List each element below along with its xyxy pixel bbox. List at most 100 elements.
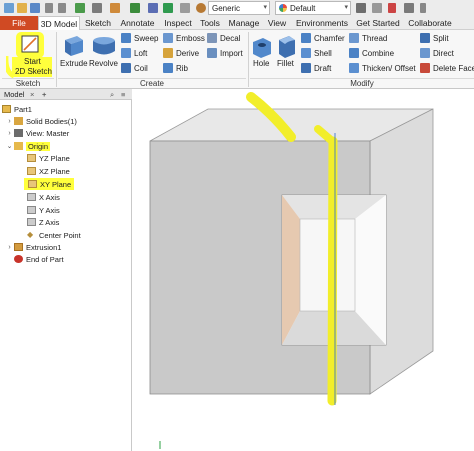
fillet-icon bbox=[279, 36, 295, 58]
folder-icon bbox=[14, 117, 23, 125]
tree-item-center-point[interactable]: ◆ Center Point bbox=[26, 229, 81, 241]
decal-button[interactable]: Decal bbox=[207, 32, 240, 44]
plane-icon bbox=[27, 154, 36, 162]
tree-item-x-axis[interactable]: X Axis bbox=[26, 191, 60, 203]
tree-item-origin[interactable]: ⌄ Origin bbox=[6, 140, 51, 152]
move-icon[interactable] bbox=[404, 3, 414, 13]
select-icon[interactable] bbox=[110, 3, 120, 13]
tab-sketch[interactable]: Sketch bbox=[82, 16, 114, 30]
delete-face-button[interactable]: Delete Face bbox=[420, 62, 474, 74]
tree-item-xy-plane[interactable]: XY Plane bbox=[24, 178, 75, 190]
sweep-label: Sweep bbox=[134, 33, 159, 43]
clear-appearance-icon[interactable] bbox=[356, 3, 366, 13]
split-button[interactable]: Split bbox=[420, 32, 449, 44]
tree-item-label: Z Axis bbox=[39, 217, 60, 227]
chevron-down-icon[interactable]: ⌄ bbox=[6, 142, 13, 150]
tab-tools[interactable]: Tools bbox=[197, 16, 223, 30]
loft-icon bbox=[121, 48, 131, 58]
sketch-panel-title[interactable]: Sketch bbox=[2, 79, 54, 89]
modify-panel-title[interactable]: Modify bbox=[250, 79, 474, 89]
undo-icon[interactable] bbox=[45, 3, 53, 13]
search-icon[interactable]: ⌕ bbox=[110, 89, 114, 100]
fx-icon[interactable] bbox=[388, 3, 396, 13]
tree-item-extrusion[interactable]: › Extrusion1 bbox=[6, 241, 61, 253]
shell-button[interactable]: Shell bbox=[301, 47, 332, 59]
draft-button[interactable]: Draft bbox=[301, 62, 331, 74]
sweep-button[interactable]: Sweep bbox=[121, 32, 158, 44]
revolve-button[interactable]: Revolve bbox=[89, 32, 119, 76]
new-icon[interactable] bbox=[4, 3, 14, 13]
thicken-offset-button[interactable]: Thicken/ Offset bbox=[349, 62, 416, 74]
plus-icon[interactable] bbox=[163, 3, 173, 13]
tree-item-view[interactable]: › View: Master bbox=[6, 127, 69, 139]
tab-3d-model[interactable]: 3D Model bbox=[38, 16, 80, 31]
extrusion-icon bbox=[14, 243, 23, 251]
tree-item-end-of-part[interactable]: End of Part bbox=[13, 253, 64, 265]
emboss-button[interactable]: Emboss bbox=[163, 32, 205, 44]
combine-icon bbox=[349, 48, 359, 58]
tree-item-label: XZ Plane bbox=[39, 166, 70, 176]
chevron-right-icon[interactable]: › bbox=[6, 244, 13, 251]
tree-item-solid-bodies[interactable]: › Solid Bodies(1) bbox=[6, 115, 77, 127]
customize-icon[interactable] bbox=[420, 3, 426, 13]
tab-annotate[interactable]: Annotate bbox=[116, 16, 159, 30]
extrude-button[interactable]: Extrude bbox=[59, 32, 88, 76]
tree-item-label: End of Part bbox=[26, 254, 64, 264]
tree-item-part[interactable]: Part1 bbox=[1, 103, 32, 115]
tab-file[interactable]: File bbox=[0, 16, 38, 30]
chevron-down-icon: ▾ bbox=[263, 4, 267, 11]
model-tab[interactable]: Model bbox=[4, 89, 24, 100]
thread-button[interactable]: Thread bbox=[349, 32, 387, 44]
import-button[interactable]: Import bbox=[207, 47, 243, 59]
chamfer-button[interactable]: Chamfer bbox=[301, 32, 345, 44]
fillet-button[interactable]: Fillet bbox=[276, 32, 298, 76]
add-tab-icon[interactable]: + bbox=[42, 89, 46, 100]
model-view[interactable] bbox=[133, 89, 474, 451]
fillet-label: Fillet bbox=[277, 59, 294, 68]
tree-item-xz-plane[interactable]: XZ Plane bbox=[26, 165, 70, 177]
tree-item-z-axis[interactable]: Z Axis bbox=[26, 216, 59, 228]
update-icon[interactable] bbox=[130, 3, 140, 13]
combine-button[interactable]: Combine bbox=[349, 47, 394, 59]
end-of-part-icon bbox=[14, 255, 23, 263]
derive-button[interactable]: Derive bbox=[163, 47, 199, 59]
loft-button[interactable]: Loft bbox=[121, 47, 147, 59]
return-icon[interactable] bbox=[92, 3, 102, 13]
menu-icon[interactable]: ≡ bbox=[121, 89, 125, 100]
rib-button[interactable]: Rib bbox=[163, 62, 188, 74]
open-icon[interactable] bbox=[17, 3, 27, 13]
coil-label: Coil bbox=[134, 63, 148, 73]
point-icon: ◆ bbox=[27, 230, 34, 239]
tree-item-y-axis[interactable]: Y Axis bbox=[26, 204, 60, 216]
hole-button[interactable]: Hole bbox=[251, 32, 273, 76]
tab-manage[interactable]: Manage bbox=[226, 16, 262, 30]
tree-item-yz-plane[interactable]: YZ Plane bbox=[26, 152, 70, 164]
create-panel-title[interactable]: Create bbox=[58, 79, 246, 89]
tab-view[interactable]: View bbox=[264, 16, 290, 30]
rib-label: Rib bbox=[176, 63, 189, 73]
coil-icon bbox=[121, 63, 131, 73]
direct-button[interactable]: Direct bbox=[420, 47, 454, 59]
tab-inspect[interactable]: Inspect bbox=[161, 16, 195, 30]
save-icon[interactable] bbox=[30, 3, 40, 13]
adjust-icon[interactable] bbox=[372, 3, 382, 13]
draft-label: Draft bbox=[314, 63, 332, 73]
properties-icon[interactable] bbox=[148, 3, 158, 13]
close-icon[interactable]: × bbox=[30, 89, 34, 100]
chevron-right-icon[interactable]: › bbox=[6, 130, 13, 137]
tree-item-label: Part1 bbox=[14, 104, 32, 114]
appearance-value: Default bbox=[290, 3, 316, 13]
graphics-viewport[interactable] bbox=[133, 89, 474, 451]
material-dropdown[interactable]: Generic ▾ bbox=[208, 1, 270, 15]
home-icon[interactable] bbox=[75, 3, 85, 13]
redo-icon[interactable] bbox=[58, 3, 66, 13]
tab-collaborate[interactable]: Collaborate bbox=[405, 16, 455, 30]
chevron-right-icon[interactable]: › bbox=[6, 118, 13, 125]
tab-get-started[interactable]: Get Started bbox=[353, 16, 403, 30]
appearance-dropdown[interactable]: Default ▾ bbox=[275, 1, 351, 15]
measure-icon[interactable] bbox=[180, 3, 190, 13]
extrude-label: Extrude bbox=[60, 59, 88, 68]
coil-button[interactable]: Coil bbox=[121, 62, 148, 74]
start-2d-sketch-button[interactable]: Start 2D Sketch bbox=[6, 32, 52, 78]
tab-environments[interactable]: Environments bbox=[293, 16, 351, 30]
